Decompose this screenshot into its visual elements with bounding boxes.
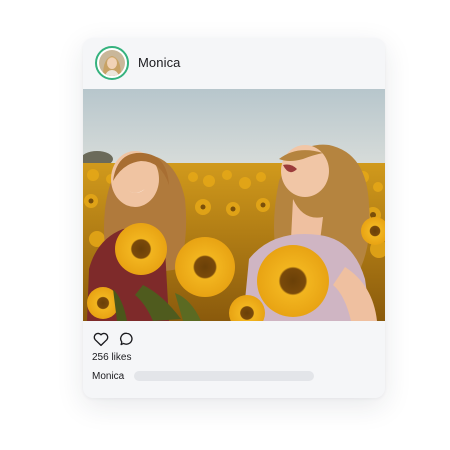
- comment-icon[interactable]: [118, 330, 136, 348]
- caption-text-placeholder: [134, 371, 314, 381]
- heart-icon[interactable]: [92, 330, 110, 348]
- likes-count[interactable]: 256 likes: [92, 352, 131, 363]
- caption-username[interactable]: Monica: [92, 371, 124, 382]
- avatar[interactable]: [95, 46, 129, 80]
- post-username[interactable]: Monica: [138, 55, 181, 70]
- post-card: Monica 256 likes Monica: [83, 38, 385, 398]
- avatar-image: [99, 50, 125, 76]
- post-photo: [83, 89, 385, 321]
- post-actions: [92, 330, 136, 348]
- post-header: Monica: [83, 38, 385, 89]
